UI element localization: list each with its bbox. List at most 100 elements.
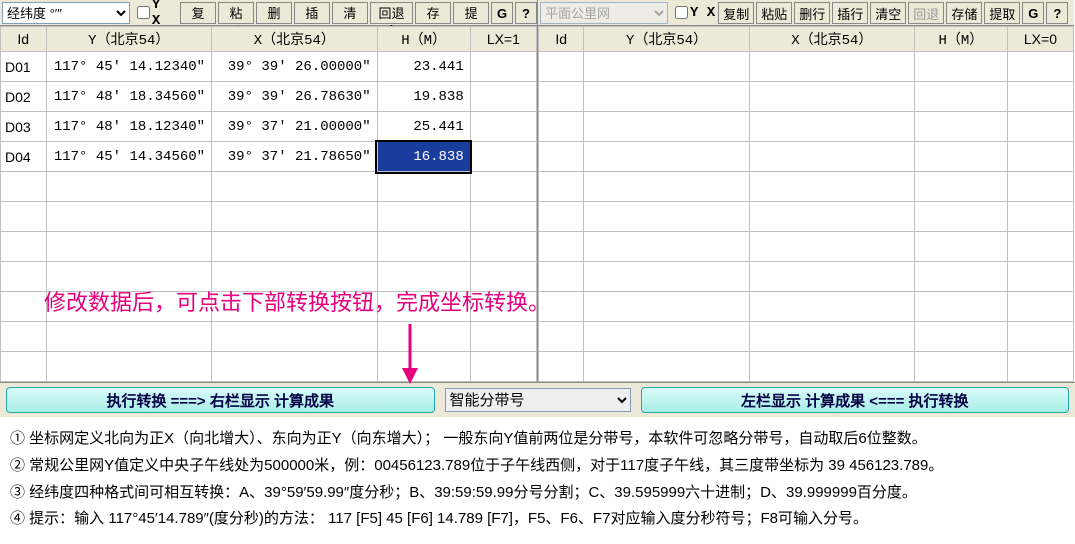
cell-x[interactable] xyxy=(749,292,914,322)
table-row[interactable] xyxy=(539,202,1074,232)
clear-button[interactable]: 清空 xyxy=(870,2,906,24)
cell-y[interactable] xyxy=(46,322,212,352)
cell-h[interactable] xyxy=(377,292,470,322)
help-button[interactable]: ? xyxy=(1046,2,1068,24)
cell-lx[interactable] xyxy=(1007,142,1073,172)
g-button[interactable]: G xyxy=(491,2,513,24)
table-row[interactable] xyxy=(1,202,537,232)
col-id-header[interactable]: Id xyxy=(539,27,584,52)
extract-button[interactable]: 提取 xyxy=(984,2,1020,24)
cell-id[interactable] xyxy=(539,232,584,262)
cell-x[interactable] xyxy=(749,232,914,262)
cell-y[interactable] xyxy=(584,322,749,352)
cell-h[interactable] xyxy=(377,202,470,232)
paste-button[interactable]: 粘贴 xyxy=(218,2,254,24)
col-y-header[interactable]: Y（北京54） xyxy=(46,27,212,52)
insert-row-button[interactable]: 插行 xyxy=(294,2,330,24)
cell-id[interactable] xyxy=(539,352,584,382)
cell-h[interactable] xyxy=(377,232,470,262)
g-button[interactable]: G xyxy=(1022,2,1044,24)
cell-h[interactable] xyxy=(377,322,470,352)
cell-x[interactable]: 39° 37′ 21.78650″ xyxy=(212,142,378,172)
paste-button[interactable]: 粘贴 xyxy=(756,2,792,24)
table-row[interactable]: D02117° 48′ 18.34560″39° 39′ 26.78630″19… xyxy=(1,82,537,112)
cell-lx[interactable] xyxy=(470,142,536,172)
cell-id[interactable] xyxy=(539,202,584,232)
cell-h[interactable] xyxy=(377,262,470,292)
yx-checkbox-right[interactable]: Y X xyxy=(671,0,715,25)
cell-x[interactable]: 39° 39′ 26.78630″ xyxy=(212,82,378,112)
cell-id[interactable] xyxy=(539,52,584,82)
cell-y[interactable] xyxy=(584,262,749,292)
table-row[interactable] xyxy=(539,52,1074,82)
extract-button[interactable]: 提取 xyxy=(453,2,489,24)
table-row[interactable] xyxy=(1,292,537,322)
cell-id[interactable]: D02 xyxy=(1,82,47,112)
copy-button[interactable]: 复制 xyxy=(180,2,216,24)
cell-id[interactable] xyxy=(539,82,584,112)
right-grid[interactable]: Id Y（北京54） X（北京54） H（M） LX=0 xyxy=(538,26,1074,382)
cell-x[interactable] xyxy=(749,142,914,172)
left-grid[interactable]: Id Y（北京54） X（北京54） H（M） LX=1 D01117° 45′… xyxy=(0,26,537,382)
table-row[interactable] xyxy=(539,112,1074,142)
cell-x[interactable] xyxy=(749,112,914,142)
cell-lx[interactable] xyxy=(1007,352,1073,382)
table-row[interactable] xyxy=(539,262,1074,292)
cell-y[interactable] xyxy=(46,232,212,262)
cell-h[interactable] xyxy=(914,172,1007,202)
col-x-header[interactable]: X（北京54） xyxy=(749,27,914,52)
cell-id[interactable]: D01 xyxy=(1,52,47,82)
cell-id[interactable] xyxy=(1,322,47,352)
cell-x[interactable]: 39° 37′ 21.00000″ xyxy=(212,112,378,142)
cell-x[interactable] xyxy=(749,352,914,382)
cell-lx[interactable] xyxy=(1007,82,1073,112)
cell-h[interactable]: 19.838 xyxy=(377,82,470,112)
cell-lx[interactable] xyxy=(470,82,536,112)
cell-x[interactable] xyxy=(749,322,914,352)
cell-id[interactable] xyxy=(1,232,47,262)
copy-button[interactable]: 复制 xyxy=(718,2,754,24)
save-button[interactable]: 存储 xyxy=(415,2,451,24)
insert-row-button[interactable]: 插行 xyxy=(832,2,868,24)
cell-h[interactable] xyxy=(914,292,1007,322)
cell-h[interactable]: 16.838 xyxy=(377,142,470,172)
table-row[interactable] xyxy=(539,172,1074,202)
col-h-header[interactable]: H（M） xyxy=(914,27,1007,52)
format-select-right[interactable]: 平面公里网 xyxy=(540,2,668,24)
table-row[interactable] xyxy=(1,262,537,292)
cell-id[interactable]: D04 xyxy=(1,142,47,172)
cell-id[interactable] xyxy=(539,322,584,352)
cell-x[interactable] xyxy=(749,262,914,292)
cell-x[interactable]: 39° 39′ 26.00000″ xyxy=(212,52,378,82)
cell-h[interactable] xyxy=(914,82,1007,112)
cell-y[interactable]: 117° 48′ 18.12340″ xyxy=(46,112,212,142)
cell-lx[interactable] xyxy=(1007,202,1073,232)
table-row[interactable]: D04117° 45′ 14.34560″39° 37′ 21.78650″16… xyxy=(1,142,537,172)
table-row[interactable] xyxy=(1,352,537,382)
cell-h[interactable] xyxy=(914,352,1007,382)
cell-y[interactable] xyxy=(584,172,749,202)
format-select-left[interactable]: 经纬度 °′″ xyxy=(2,2,130,24)
cell-lx[interactable] xyxy=(1007,322,1073,352)
cell-x[interactable] xyxy=(749,52,914,82)
cell-lx[interactable] xyxy=(1007,172,1073,202)
cell-x[interactable] xyxy=(212,352,378,382)
cell-id[interactable] xyxy=(1,202,47,232)
cell-x[interactable] xyxy=(749,202,914,232)
cell-x[interactable] xyxy=(212,202,378,232)
cell-h[interactable]: 25.441 xyxy=(377,112,470,142)
table-row[interactable] xyxy=(1,232,537,262)
cell-id[interactable] xyxy=(539,172,584,202)
table-row[interactable] xyxy=(539,322,1074,352)
cell-id[interactable] xyxy=(539,292,584,322)
delete-row-button[interactable]: 删行 xyxy=(256,2,292,24)
cell-lx[interactable] xyxy=(1007,262,1073,292)
col-lx-header[interactable]: LX=0 xyxy=(1007,27,1073,52)
cell-id[interactable] xyxy=(1,262,47,292)
table-row[interactable] xyxy=(539,352,1074,382)
table-row[interactable] xyxy=(1,322,537,352)
cell-x[interactable] xyxy=(212,322,378,352)
cell-x[interactable] xyxy=(212,292,378,322)
save-button[interactable]: 存储 xyxy=(946,2,982,24)
cell-y[interactable]: 117° 45′ 14.12340″ xyxy=(46,52,212,82)
